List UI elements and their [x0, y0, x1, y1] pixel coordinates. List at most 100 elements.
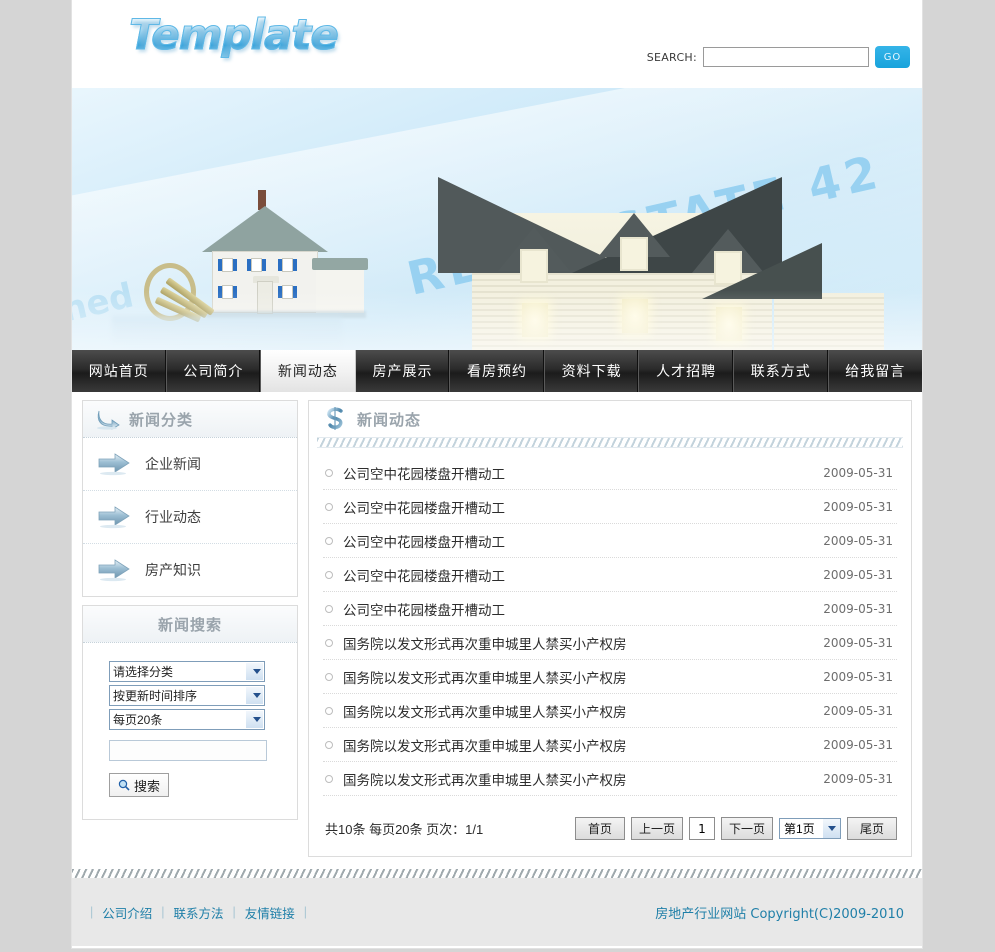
bullet-icon	[325, 672, 333, 681]
pagination: 共10条 每页20条 页次：1/1 首页 上一页 下一页 第1页 尾页	[309, 807, 911, 856]
news-date: 2009-05-31	[823, 635, 893, 650]
nav-item-news[interactable]: 新闻动态	[261, 350, 356, 392]
news-title: 公司空中花园楼盘开槽动工	[343, 500, 505, 516]
list-item[interactable]: 国务院以发文形式再次重申城里人禁买小产权房 2009-05-31	[323, 660, 897, 694]
bullet-icon	[325, 536, 333, 545]
pagination-prev-button[interactable]: 上一页	[630, 817, 683, 840]
list-item[interactable]: 公司空中花园楼盘开槽动工 2009-05-31	[323, 558, 897, 592]
site-footer: | 公司介绍 | 联系方法 | 友情链接 | 房地产行业网站 Copyright…	[71, 869, 923, 949]
nav-item-recruitment[interactable]: 人才招聘	[639, 350, 734, 392]
keyword-input[interactable]	[109, 740, 267, 761]
news-title: 国务院以发文形式再次重申城里人禁买小产权房	[343, 670, 627, 686]
arrow-right-icon	[97, 558, 131, 582]
news-list: 公司空中花园楼盘开槽动工 2009-05-31 公司空中花园楼盘开槽动工 200…	[309, 448, 911, 807]
news-title: 国务院以发文形式再次重申城里人禁买小产权房	[343, 772, 627, 788]
list-item[interactable]: 国务院以发文形式再次重申城里人禁买小产权房 2009-05-31	[323, 762, 897, 796]
bullet-icon	[325, 706, 333, 715]
footer-link-about[interactable]: 公司介绍	[93, 903, 161, 922]
page-size-select[interactable]: 每页20条	[109, 709, 265, 730]
page-root: Template SEARCH: GO 42 REAL ESTATE 42 ne…	[0, 0, 995, 952]
search-input[interactable]	[703, 47, 869, 67]
banner-gloss	[72, 290, 922, 350]
news-title: 国务院以发文形式再次重申城里人禁买小产权房	[343, 738, 627, 754]
news-search-title: 新闻搜索	[157, 616, 222, 634]
bullet-icon	[325, 774, 333, 783]
bullet-icon	[325, 468, 333, 477]
news-title: 公司空中花园楼盘开槽动工	[343, 602, 505, 618]
news-date: 2009-05-31	[823, 601, 893, 616]
site-logo[interactable]: Template	[129, 10, 340, 60]
sidebar-item-property-knowledge[interactable]: 房产知识	[83, 544, 297, 596]
footer-link-friendly-links[interactable]: 友情链接	[236, 903, 304, 922]
news-date: 2009-05-31	[823, 703, 893, 718]
news-category-panel: 新闻分类 企业新闻 行业动态 房产知识	[82, 400, 298, 597]
sidebar-search-label: 搜索	[134, 778, 161, 794]
section-divider	[317, 437, 903, 448]
bullet-icon	[325, 502, 333, 511]
header-search: SEARCH: GO	[647, 46, 910, 68]
sidebar-item-label: 企业新闻	[145, 456, 201, 472]
pagination-page-input[interactable]	[688, 817, 715, 840]
category-select[interactable]: 请选择分类	[109, 661, 265, 682]
news-date: 2009-05-31	[823, 533, 893, 548]
arrow-right-icon	[97, 452, 131, 476]
nav-item-contact[interactable]: 联系方式	[734, 350, 829, 392]
pagesize-select-row: 每页20条	[83, 709, 297, 733]
swirl-s-icon	[323, 406, 349, 432]
news-search-panel: 新闻搜索 请选择分类 按更新时间排序 每页20条 搜索	[82, 605, 298, 820]
sidebar-item-label: 行业动态	[145, 509, 201, 525]
search-label: SEARCH:	[646, 50, 697, 64]
sidebar-item-company-news[interactable]: 企业新闻	[83, 438, 297, 491]
list-item[interactable]: 公司空中花园楼盘开槽动工 2009-05-31	[323, 456, 897, 490]
search-go-button[interactable]: GO	[875, 46, 910, 68]
footer-bar: | 公司介绍 | 联系方法 | 友情链接 | 房地产行业网站 Copyright…	[72, 878, 922, 946]
sidebar-item-industry-trends[interactable]: 行业动态	[83, 491, 297, 544]
bullet-icon	[325, 638, 333, 647]
list-item[interactable]: 国务院以发文形式再次重申城里人禁买小产权房 2009-05-31	[323, 728, 897, 762]
sidebar-item-label: 房产知识	[145, 562, 201, 578]
nav-item-downloads[interactable]: 资料下载	[545, 350, 640, 392]
category-select-row: 请选择分类	[83, 661, 297, 685]
sort-select[interactable]: 按更新时间排序	[109, 685, 265, 706]
nav-item-properties[interactable]: 房产展示	[356, 350, 451, 392]
sidebar: 新闻分类 企业新闻 行业动态 房产知识 新闻搜索 请选择分类 按更新时间排序 每…	[82, 400, 298, 828]
nav-item-message[interactable]: 给我留言	[829, 350, 923, 392]
list-item[interactable]: 国务院以发文形式再次重申城里人禁买小产权房 2009-05-31	[323, 694, 897, 728]
news-main-header: 新闻动态	[309, 401, 911, 437]
list-item[interactable]: 公司空中花园楼盘开槽动工 2009-05-31	[323, 524, 897, 558]
pagination-info: 共10条 每页20条 页次：1/1	[325, 822, 484, 837]
news-category-title: 新闻分类	[129, 411, 194, 429]
pagination-page-select[interactable]: 第1页	[779, 818, 841, 839]
news-date: 2009-05-31	[823, 465, 893, 480]
news-title: 公司空中花园楼盘开槽动工	[343, 568, 505, 584]
list-item[interactable]: 公司空中花园楼盘开槽动工 2009-05-31	[323, 490, 897, 524]
pagination-next-button[interactable]: 下一页	[720, 817, 773, 840]
bullet-icon	[325, 570, 333, 579]
news-main-panel: 新闻动态 公司空中花园楼盘开槽动工 2009-05-31 公司空中花园楼盘开槽动…	[308, 400, 912, 857]
main-navigation: 网站首页 公司简介 新闻动态 房产展示 看房预约 资料下载 人才招聘 联系方式 …	[71, 350, 923, 392]
footer-divider	[72, 869, 922, 878]
news-search-header: 新闻搜索	[83, 606, 297, 643]
footer-links: | 公司介绍 | 联系方法 | 友情链接 |	[90, 903, 655, 922]
list-item[interactable]: 公司空中花园楼盘开槽动工 2009-05-31	[323, 592, 897, 626]
site-header: Template SEARCH: GO	[71, 0, 923, 88]
nav-item-home[interactable]: 网站首页	[72, 350, 167, 392]
news-date: 2009-05-31	[823, 771, 893, 786]
news-search-form: 请选择分类 按更新时间排序 每页20条 搜索	[83, 643, 297, 819]
nav-item-about[interactable]: 公司简介	[167, 350, 262, 392]
nav-item-viewing-appointment[interactable]: 看房预约	[450, 350, 545, 392]
arrow-right-icon	[97, 505, 131, 529]
footer-copyright: 房地产行业网站 Copyright(C)2009-2010	[655, 906, 904, 922]
news-date: 2009-05-31	[823, 737, 893, 752]
footer-separator: |	[303, 905, 308, 919]
list-item[interactable]: 国务院以发文形式再次重申城里人禁买小产权房 2009-05-31	[323, 626, 897, 660]
bullet-icon	[325, 604, 333, 613]
news-title: 国务院以发文形式再次重申城里人禁买小产权房	[343, 704, 627, 720]
sidebar-search-button[interactable]: 搜索	[109, 773, 170, 797]
bullet-icon	[325, 740, 333, 749]
pagination-last-button[interactable]: 尾页	[847, 817, 897, 840]
pagination-first-button[interactable]: 首页	[574, 817, 625, 840]
footer-link-contact[interactable]: 联系方法	[165, 903, 233, 922]
search-icon	[118, 779, 130, 791]
news-date: 2009-05-31	[823, 567, 893, 582]
